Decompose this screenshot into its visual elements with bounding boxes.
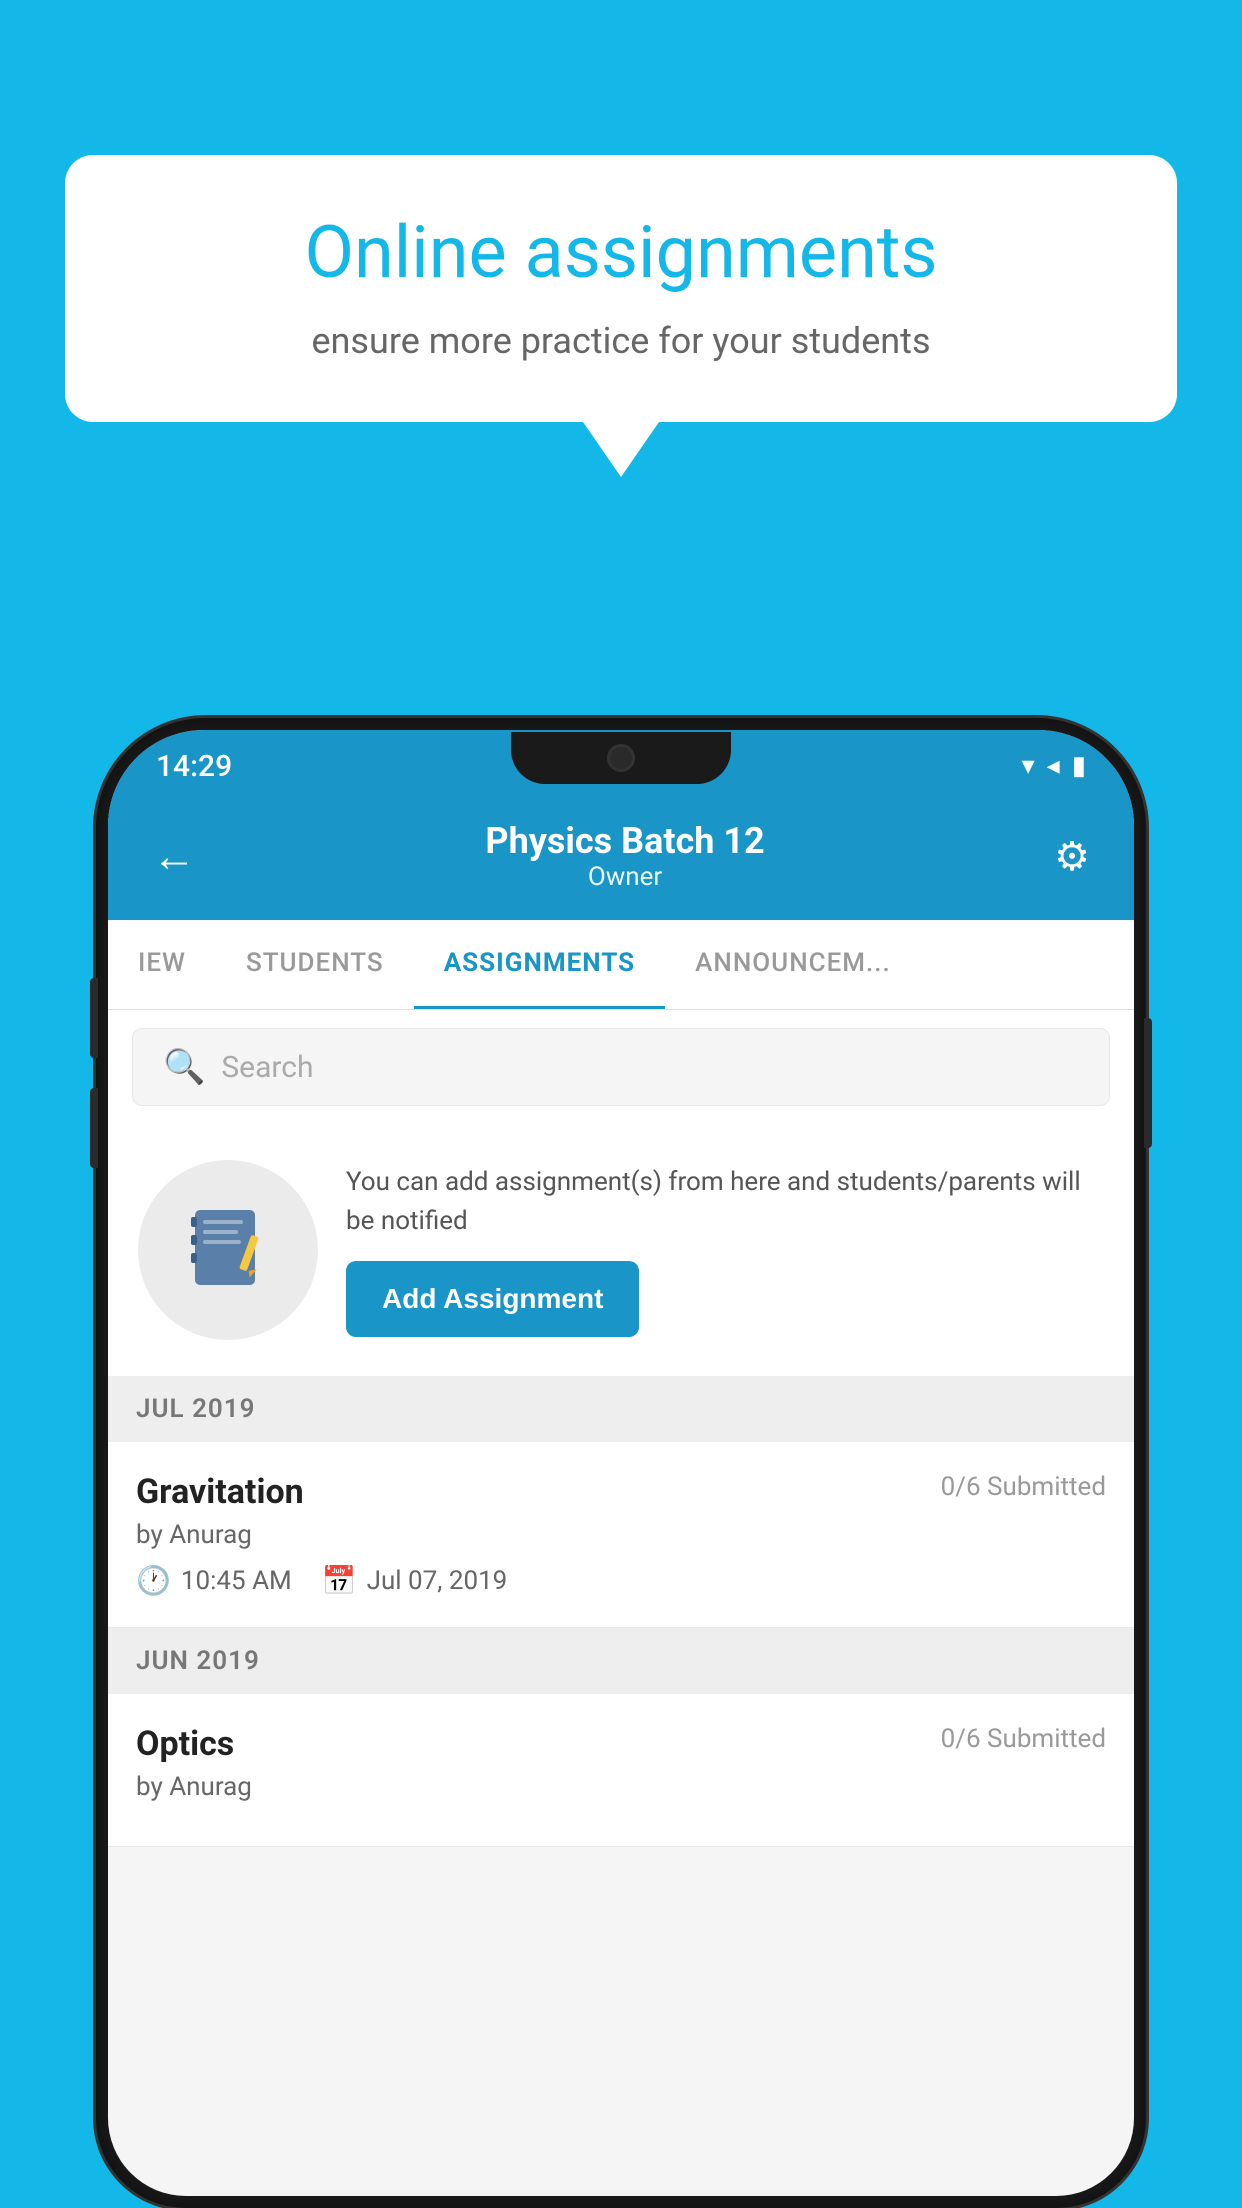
settings-icon[interactable]: ⚙ — [1054, 833, 1090, 880]
section-header-jun: JUN 2019 — [108, 1628, 1134, 1694]
tab-assignments[interactable]: ASSIGNMENTS — [414, 920, 665, 1009]
search-container: 🔍 Search — [108, 1010, 1134, 1124]
phone-button-vol-up — [90, 978, 98, 1058]
app-header: ← Physics Batch 12 Owner ⚙ — [108, 802, 1134, 920]
tab-iew[interactable]: IEW — [108, 920, 216, 1009]
promo-section: You can add assignment(s) from here and … — [108, 1124, 1134, 1376]
assignment-optics-header: Optics 0/6 Submitted — [136, 1724, 1106, 1764]
assignment-optics-title: Optics — [136, 1724, 234, 1764]
speech-bubble-pointer — [583, 422, 659, 477]
header-title: Physics Batch 12 — [485, 820, 764, 862]
tab-announcements[interactable]: ANNOUNCEM... — [665, 920, 921, 1009]
battery-icon: ▮ — [1072, 751, 1086, 781]
assignment-optics[interactable]: Optics 0/6 Submitted by Anurag — [108, 1694, 1134, 1847]
assignment-gravitation[interactable]: Gravitation 0/6 Submitted by Anurag 🕐 10… — [108, 1442, 1134, 1628]
phone-button-power — [1144, 1018, 1152, 1148]
search-icon: 🔍 — [163, 1047, 205, 1087]
section-month-jul: JUL 2019 — [136, 1394, 256, 1424]
phone-button-vol-down — [90, 1088, 98, 1168]
add-assignment-button[interactable]: Add Assignment — [346, 1261, 639, 1337]
notebook-svg-icon — [183, 1205, 273, 1295]
section-month-jun: JUN 2019 — [136, 1646, 260, 1676]
speech-bubble-section: Online assignments ensure more practice … — [65, 155, 1177, 477]
clock-icon: 🕐 — [136, 1564, 171, 1597]
screen-content: 🔍 Search — [108, 1010, 1134, 2196]
signal-icon: ◂ — [1047, 751, 1060, 781]
assignment-gravitation-date: 📅 Jul 07, 2019 — [322, 1564, 508, 1597]
promo-description: You can add assignment(s) from here and … — [346, 1163, 1104, 1241]
status-icons: ▾ ◂ ▮ — [1022, 751, 1086, 781]
search-bar[interactable]: 🔍 Search — [132, 1028, 1110, 1106]
speech-bubble-subtitle: ensure more practice for your students — [125, 320, 1117, 362]
back-button[interactable]: ← — [152, 830, 196, 882]
wifi-icon: ▾ — [1022, 751, 1035, 781]
assignment-optics-author: by Anurag — [136, 1772, 1106, 1802]
calendar-icon: 📅 — [322, 1564, 357, 1597]
assignment-gravitation-title: Gravitation — [136, 1472, 304, 1512]
tab-students[interactable]: STUDENTS — [216, 920, 414, 1009]
status-time: 14:29 — [156, 749, 232, 784]
section-header-jul: JUL 2019 — [108, 1376, 1134, 1442]
assignment-gravitation-meta: 🕐 10:45 AM 📅 Jul 07, 2019 — [136, 1564, 1106, 1597]
assignment-gravitation-author: by Anurag — [136, 1520, 1106, 1550]
speech-bubble: Online assignments ensure more practice … — [65, 155, 1177, 422]
promo-content: You can add assignment(s) from here and … — [346, 1163, 1104, 1337]
assignment-gravitation-time-value: 10:45 AM — [181, 1566, 292, 1596]
speech-bubble-title: Online assignments — [125, 210, 1117, 296]
assignment-optics-submitted: 0/6 Submitted — [941, 1724, 1106, 1754]
assignment-gravitation-submitted: 0/6 Submitted — [941, 1472, 1106, 1502]
search-placeholder: Search — [221, 1050, 313, 1085]
phone-screen: 14:29 ▾ ◂ ▮ ← Physics Batch 12 Owner ⚙ I… — [108, 730, 1134, 2196]
assignment-gravitation-date-value: Jul 07, 2019 — [367, 1566, 508, 1596]
assignment-gravitation-header: Gravitation 0/6 Submitted — [136, 1472, 1106, 1512]
phone-camera — [607, 744, 635, 772]
tab-bar: IEW STUDENTS ASSIGNMENTS ANNOUNCEM... — [108, 920, 1134, 1010]
header-title-group: Physics Batch 12 Owner — [485, 820, 764, 892]
promo-icon-circle — [138, 1160, 318, 1340]
phone-frame: 14:29 ▾ ◂ ▮ ← Physics Batch 12 Owner ⚙ I… — [96, 718, 1146, 2208]
phone-notch — [511, 732, 731, 784]
header-subtitle: Owner — [485, 862, 764, 892]
assignment-gravitation-time: 🕐 10:45 AM — [136, 1564, 292, 1597]
